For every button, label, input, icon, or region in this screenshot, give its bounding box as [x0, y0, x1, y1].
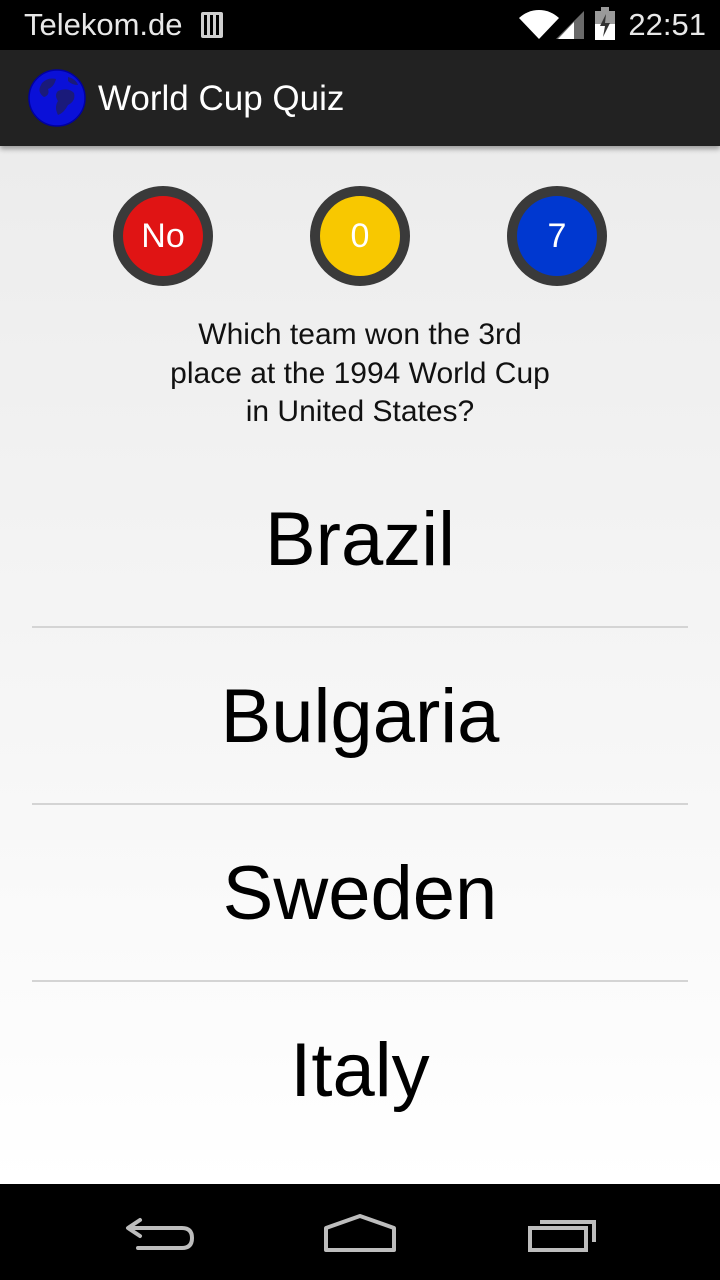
status-badge: No: [113, 186, 213, 286]
action-bar: World Cup Quiz: [0, 50, 720, 146]
navigation-bar: [0, 1184, 720, 1280]
score-badge: 0: [310, 186, 410, 286]
back-icon[interactable]: [120, 1206, 200, 1258]
recents-icon[interactable]: [522, 1206, 602, 1258]
home-icon[interactable]: [320, 1206, 400, 1258]
carrier-name: Telekom.de: [24, 7, 183, 42]
quiz-content: No 0 7 Which team won the 3rd place at t…: [0, 146, 720, 1184]
answer-button-4[interactable]: Italy: [32, 982, 688, 1158]
question-count-badge: 7: [507, 186, 607, 286]
clock: 22:51: [628, 7, 706, 42]
battery-icon: [595, 7, 615, 40]
status-badge-label: No: [141, 216, 185, 255]
app-title: World Cup Quiz: [98, 79, 345, 118]
status-bar: Telekom.de 22:51: [0, 0, 720, 50]
globe-icon[interactable]: [28, 69, 86, 127]
signal-icon: [556, 11, 584, 39]
score-badge-label: 0: [350, 216, 370, 255]
answer-button-2[interactable]: Bulgaria: [32, 628, 688, 804]
question-count-label: 7: [547, 216, 567, 255]
answer-button-1[interactable]: Brazil: [32, 451, 688, 627]
sim-icon: [201, 12, 223, 38]
answer-button-3[interactable]: Sweden: [32, 805, 688, 981]
question-text: Which team won the 3rd place at the 1994…: [170, 318, 550, 428]
